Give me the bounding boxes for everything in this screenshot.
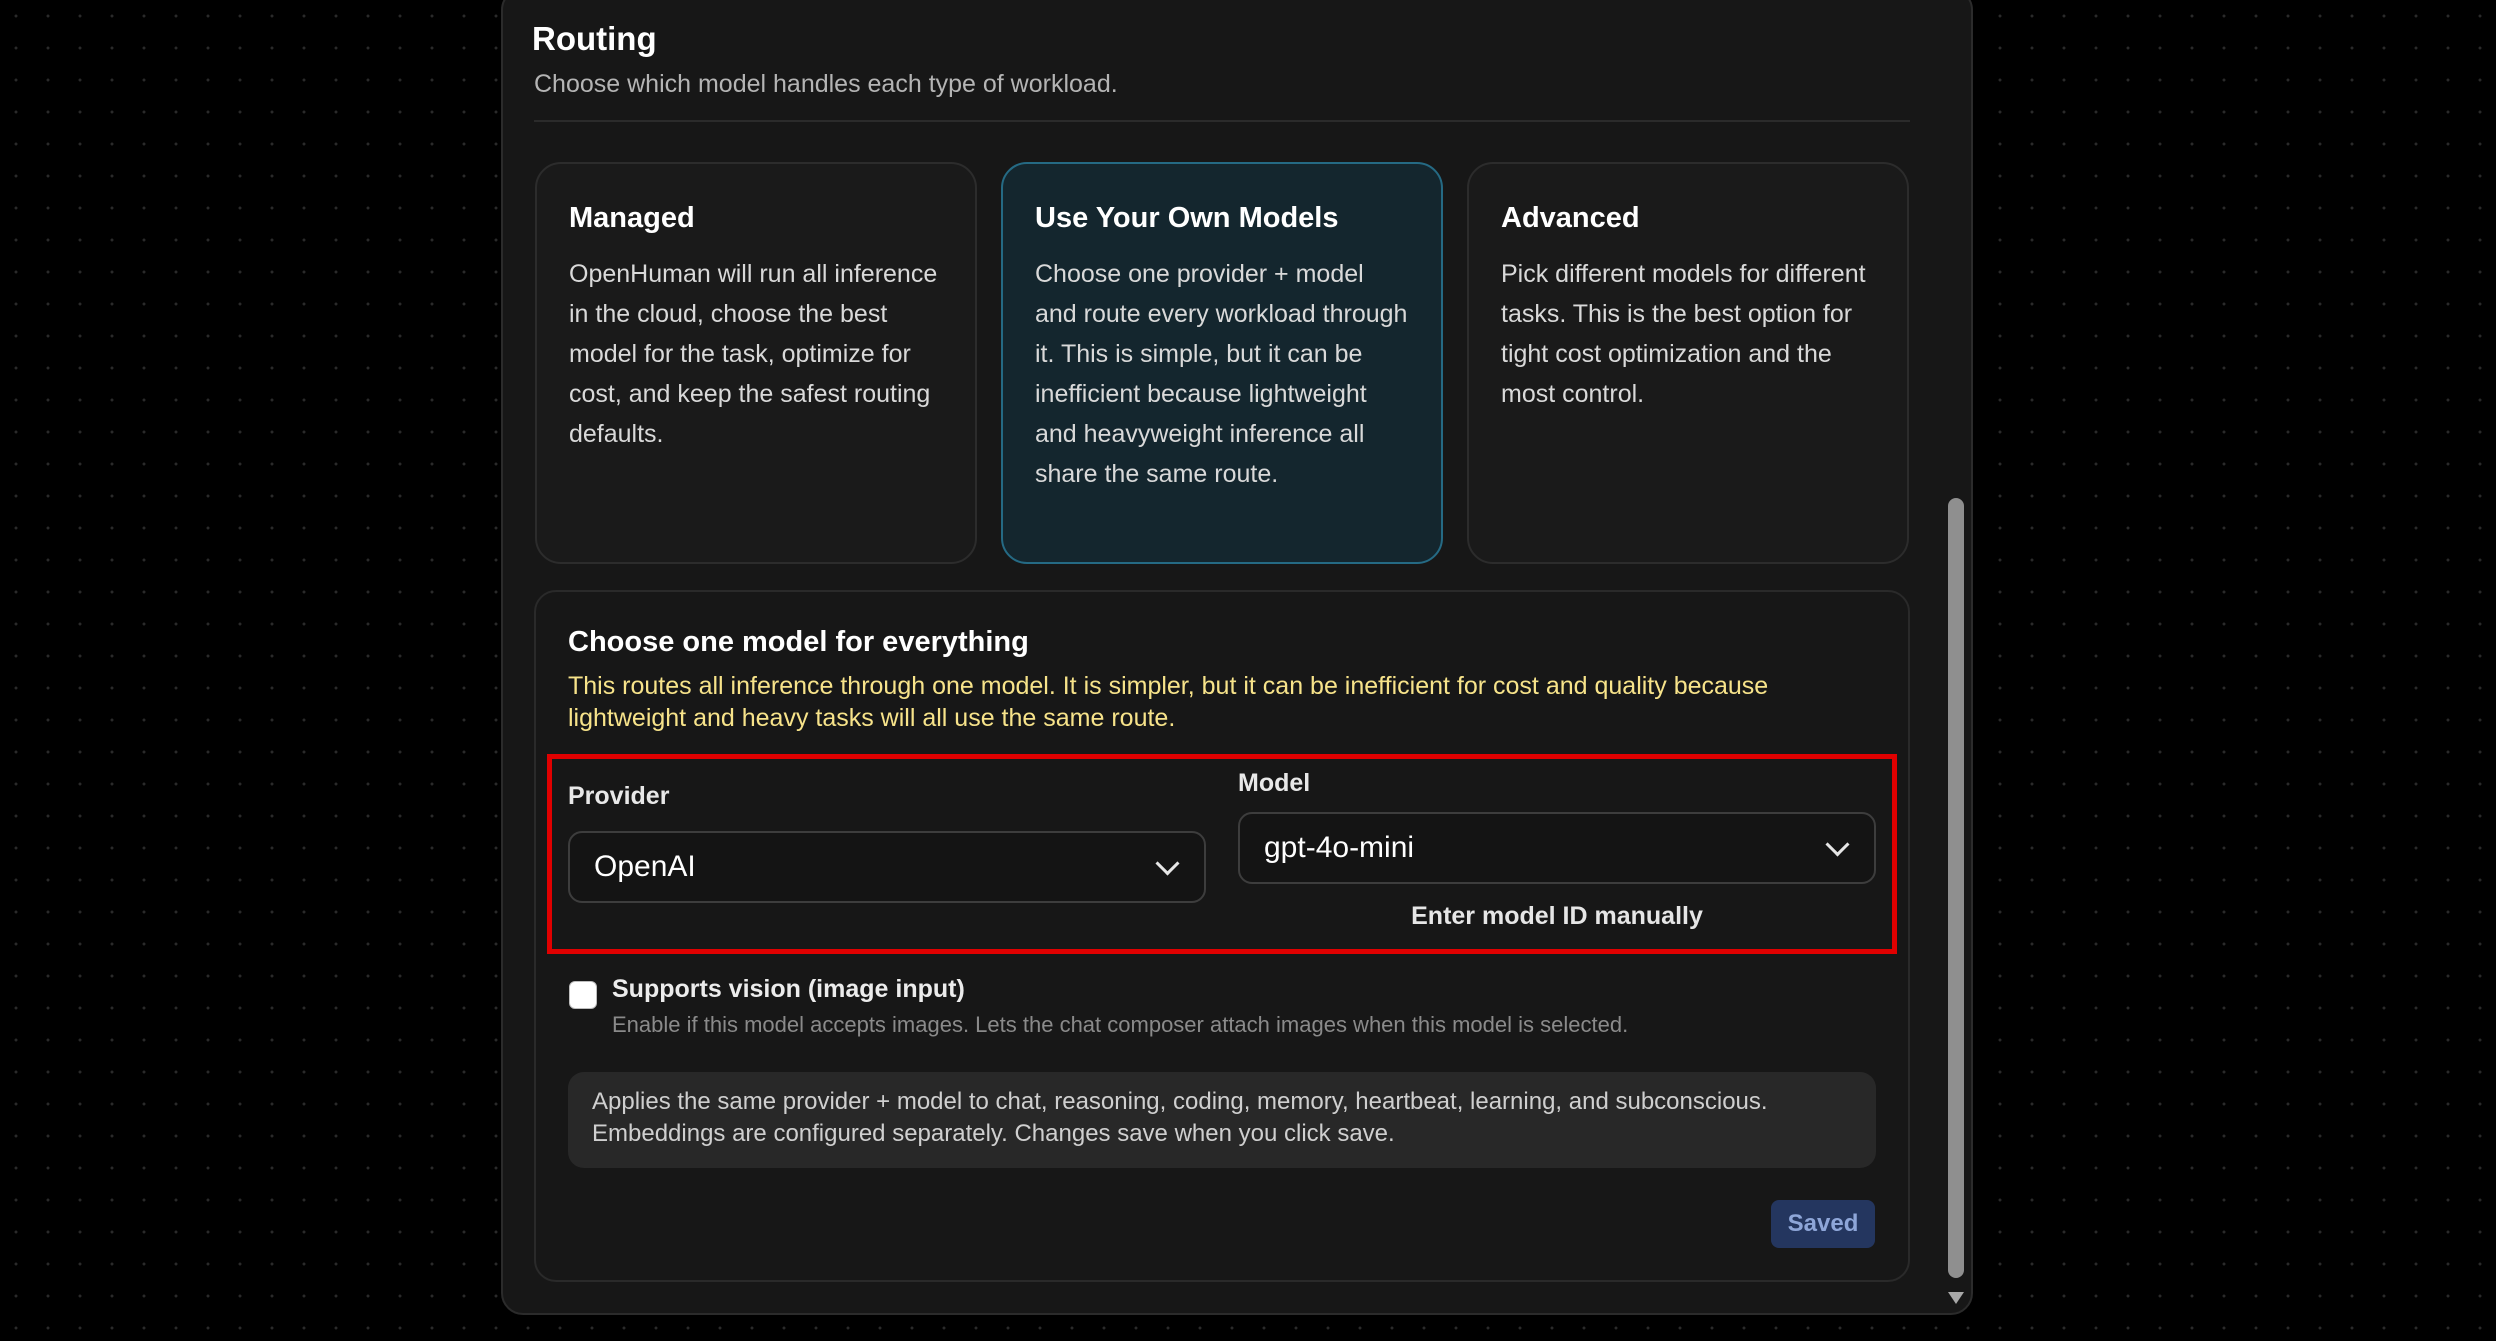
mode-card-title: Advanced — [1501, 202, 1640, 234]
mode-card-description: Choose one provider + model and route ev… — [1035, 260, 1408, 488]
model-select[interactable]: gpt-4o-mini — [1238, 812, 1876, 884]
single-model-title: Choose one model for everything — [568, 626, 1029, 658]
single-model-warning: This routes all inference through one mo… — [568, 672, 1769, 732]
section-divider — [534, 120, 1910, 122]
save-button[interactable]: Saved — [1771, 1200, 1875, 1248]
mode-card-title: Managed — [569, 202, 695, 234]
section-subtitle: Choose which model handles each type of … — [534, 70, 1118, 98]
mode-card-own-models[interactable]: Use Your Own Models Choose one provider … — [1001, 162, 1443, 564]
info-note: Applies the same provider + model to cha… — [568, 1072, 1876, 1168]
chevron-down-icon — [1825, 831, 1850, 857]
section-title: Routing — [532, 20, 657, 57]
mode-card-advanced[interactable]: Advanced Pick different models for diffe… — [1467, 162, 1909, 564]
provider-select[interactable]: OpenAI — [568, 831, 1206, 903]
model-select-value: gpt-4o-mini — [1264, 831, 1415, 864]
enter-model-manually-link[interactable]: Enter model ID manually — [1238, 902, 1876, 931]
scroll-down-arrow-icon[interactable] — [1948, 1292, 1964, 1304]
mode-card-managed[interactable]: Managed OpenHuman will run all inference… — [535, 162, 977, 564]
mode-card-description: OpenHuman will run all inference in the … — [569, 260, 938, 448]
scrollbar-thumb[interactable] — [1948, 498, 1964, 1278]
provider-select-value: OpenAI — [594, 850, 696, 883]
mode-card-title: Use Your Own Models — [1035, 202, 1339, 234]
vision-help-text: Enable if this model accepts images. Let… — [612, 1012, 1629, 1037]
chevron-down-icon — [1155, 850, 1180, 876]
vision-checkbox[interactable] — [569, 981, 597, 1009]
mode-card-description: Pick different models for different task… — [1501, 260, 1866, 408]
vision-label[interactable]: Supports vision (image input) — [612, 975, 965, 1004]
provider-label: Provider — [568, 782, 670, 810]
model-label: Model — [1238, 769, 1311, 797]
